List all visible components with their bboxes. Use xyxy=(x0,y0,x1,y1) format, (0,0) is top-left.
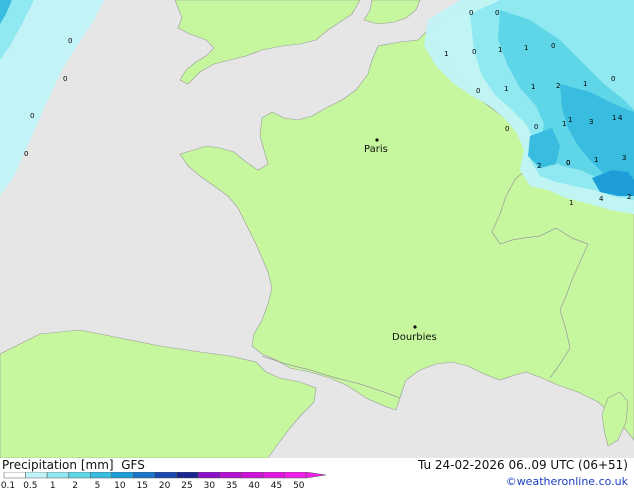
weather-map-view: 0 0 0 0 0 0 0 1 0 1 1 0 1 1 0 0 1 1 2 1 … xyxy=(0,0,634,490)
precip-label: 0 xyxy=(534,123,538,131)
color-scale-box xyxy=(46,472,69,479)
color-scale-tick-label: 2 xyxy=(72,481,78,490)
color-scale-ticks: 0.1 0.5 1 2 5 10 15 20 25 30 35 40 45 50 xyxy=(1,481,305,490)
city-marker xyxy=(413,325,417,329)
color-scale-boxes xyxy=(3,472,307,479)
map-footer: Precipitation [mm] GFS Tu 24-02-2026 06.… xyxy=(0,458,634,490)
precip-label: 1 xyxy=(569,199,573,207)
precip-label: 0 xyxy=(30,112,34,120)
color-scale-box xyxy=(262,472,285,479)
color-scale-box xyxy=(154,472,177,479)
color-scale-tick-label: 45 xyxy=(271,481,282,490)
color-scale-box xyxy=(90,472,113,479)
precip-label: 1 xyxy=(594,156,598,164)
precip-label: 1 xyxy=(562,120,566,128)
precip-label: 0 xyxy=(551,42,555,50)
precip-label: 1 xyxy=(568,116,572,124)
precip-label: 1 xyxy=(583,80,587,88)
valid-time: Tu 24-02-2026 06..09 UTC (06+51) xyxy=(417,458,628,472)
precip-label: 1 xyxy=(531,83,535,91)
color-scale-tick-label: 40 xyxy=(248,481,260,490)
color-scale-tick-label: 1 xyxy=(50,481,56,490)
color-scale-box xyxy=(219,472,242,479)
color-scale-box xyxy=(3,472,26,479)
precip-label: 0 xyxy=(566,159,570,167)
color-scale-box xyxy=(197,472,220,479)
color-scale-box xyxy=(176,472,199,479)
color-scale-box xyxy=(241,472,264,479)
color-scale-tick-label: 10 xyxy=(114,481,126,490)
precip-label: 1 xyxy=(444,50,448,58)
precipitation-map: 0 0 0 0 0 0 0 1 0 1 1 0 1 1 0 0 1 1 2 1 … xyxy=(0,0,634,458)
precip-label: 1 xyxy=(504,85,508,93)
precip-label: 3 xyxy=(589,118,593,126)
color-scale-tick-label: 0.5 xyxy=(23,481,37,490)
color-scale-tick-label: 0.1 xyxy=(1,481,15,490)
precip-label: 0 xyxy=(476,87,480,95)
color-scale-arrow xyxy=(305,472,327,479)
precip-label: 2 xyxy=(556,82,560,90)
color-scale-tick-label: 5 xyxy=(95,481,101,490)
color-scale-tick-label: 35 xyxy=(226,481,237,490)
color-scale-tick-label: 25 xyxy=(181,481,192,490)
color-scale-box xyxy=(25,472,48,479)
precip-label: 0 xyxy=(68,37,72,45)
precip-label: 4 xyxy=(618,114,623,122)
precip-color-scale: 0.1 0.5 1 2 5 10 15 20 25 30 35 40 45 50 xyxy=(1,472,327,490)
color-scale-tick-label: 15 xyxy=(136,481,147,490)
precip-label: 1 xyxy=(524,44,528,52)
color-scale-tick-label: 50 xyxy=(293,481,305,490)
city-label: Paris xyxy=(364,144,388,155)
precip-label: 0 xyxy=(24,150,28,158)
model-label: GFS xyxy=(121,458,145,472)
precip-label: 4 xyxy=(599,195,604,203)
color-scale-box xyxy=(68,472,91,479)
precip-label: 0 xyxy=(495,9,499,17)
credit-link[interactable]: ©weatheronline.co.uk xyxy=(506,475,628,488)
color-scale-tick-label: 30 xyxy=(204,481,216,490)
precip-label: 0 xyxy=(611,75,615,83)
precip-label: 1 xyxy=(612,114,616,122)
precip-label: 1 xyxy=(498,46,502,54)
city-marker xyxy=(375,138,379,142)
precip-label: 0 xyxy=(63,75,67,83)
color-scale-tick-label: 20 xyxy=(159,481,171,490)
precip-label: 0 xyxy=(505,125,509,133)
chart-title: Precipitation [mm] GFS xyxy=(2,458,145,472)
color-scale-box xyxy=(284,472,307,479)
city-label: Dourbies xyxy=(392,332,437,343)
precip-label: 3 xyxy=(622,154,626,162)
precip-label: 2 xyxy=(537,162,541,170)
precip-label: 0 xyxy=(469,9,473,17)
precip-label: 0 xyxy=(472,48,476,56)
precip-label: 2 xyxy=(627,193,631,201)
color-scale-box xyxy=(111,472,134,479)
parameter-label: Precipitation [mm] xyxy=(2,458,114,472)
color-scale-box xyxy=(133,472,156,479)
